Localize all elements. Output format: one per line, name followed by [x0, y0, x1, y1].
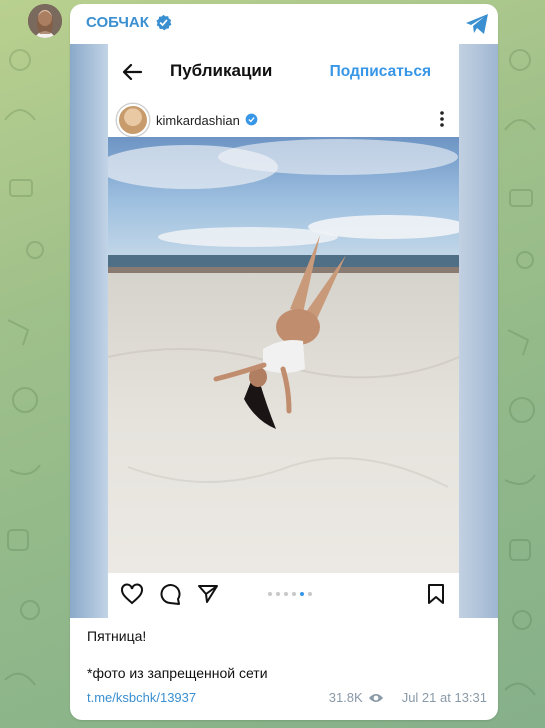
- instagram-verified-icon: [245, 113, 258, 126]
- verified-icon: [156, 14, 172, 31]
- bookmark-icon[interactable]: [424, 582, 448, 606]
- follow-button[interactable]: Подписаться: [330, 63, 431, 81]
- post-note: *фото из запрещенной сети: [87, 665, 268, 681]
- carousel-indicator: [268, 592, 312, 596]
- views-count: 31.8K: [328, 690, 363, 705]
- comment-icon[interactable]: [158, 582, 182, 606]
- instagram-avatar[interactable]: [117, 104, 149, 136]
- heart-icon[interactable]: [120, 582, 144, 606]
- carousel-dot: [276, 592, 280, 596]
- eye-icon: [368, 693, 383, 702]
- post-link[interactable]: t.me/ksbchk/13937: [87, 690, 196, 705]
- instagram-screenshot: Публикации Подписаться kimkardashian: [108, 44, 459, 618]
- more-vertical-icon[interactable]: [439, 110, 445, 128]
- instagram-actions: [108, 573, 459, 618]
- message-footer: t.me/ksbchk/13937 31.8K Jul 21 at 13:31: [87, 690, 487, 708]
- channel-header: СОБЧАК: [86, 14, 172, 31]
- send-icon[interactable]: [196, 582, 220, 606]
- post-caption: Пятница!: [87, 628, 147, 644]
- carousel-dot: [308, 592, 312, 596]
- carousel-dot: [292, 592, 296, 596]
- telegram-share-icon[interactable]: [464, 12, 490, 36]
- forwarded-screenshot: Публикации Подписаться kimkardashian: [70, 44, 498, 618]
- channel-name[interactable]: СОБЧАК: [86, 14, 149, 31]
- message-card: СОБЧАК Публикации Подписаться kimkardash…: [70, 4, 498, 720]
- carousel-dot: [284, 592, 288, 596]
- carousel-dot-active: [300, 592, 304, 596]
- instagram-header: Публикации Подписаться: [108, 44, 459, 100]
- message-timestamp: Jul 21 at 13:31: [401, 690, 487, 705]
- channel-avatar[interactable]: [28, 4, 62, 38]
- instagram-user-row: kimkardashian: [108, 100, 459, 140]
- post-photo[interactable]: [108, 137, 459, 573]
- message-meta: 31.8K Jul 21 at 13:31: [329, 690, 487, 705]
- carousel-dot: [268, 592, 272, 596]
- instagram-username[interactable]: kimkardashian: [156, 113, 240, 128]
- instagram-page-title: Публикации: [170, 61, 273, 80]
- arrow-left-icon[interactable]: [120, 60, 144, 84]
